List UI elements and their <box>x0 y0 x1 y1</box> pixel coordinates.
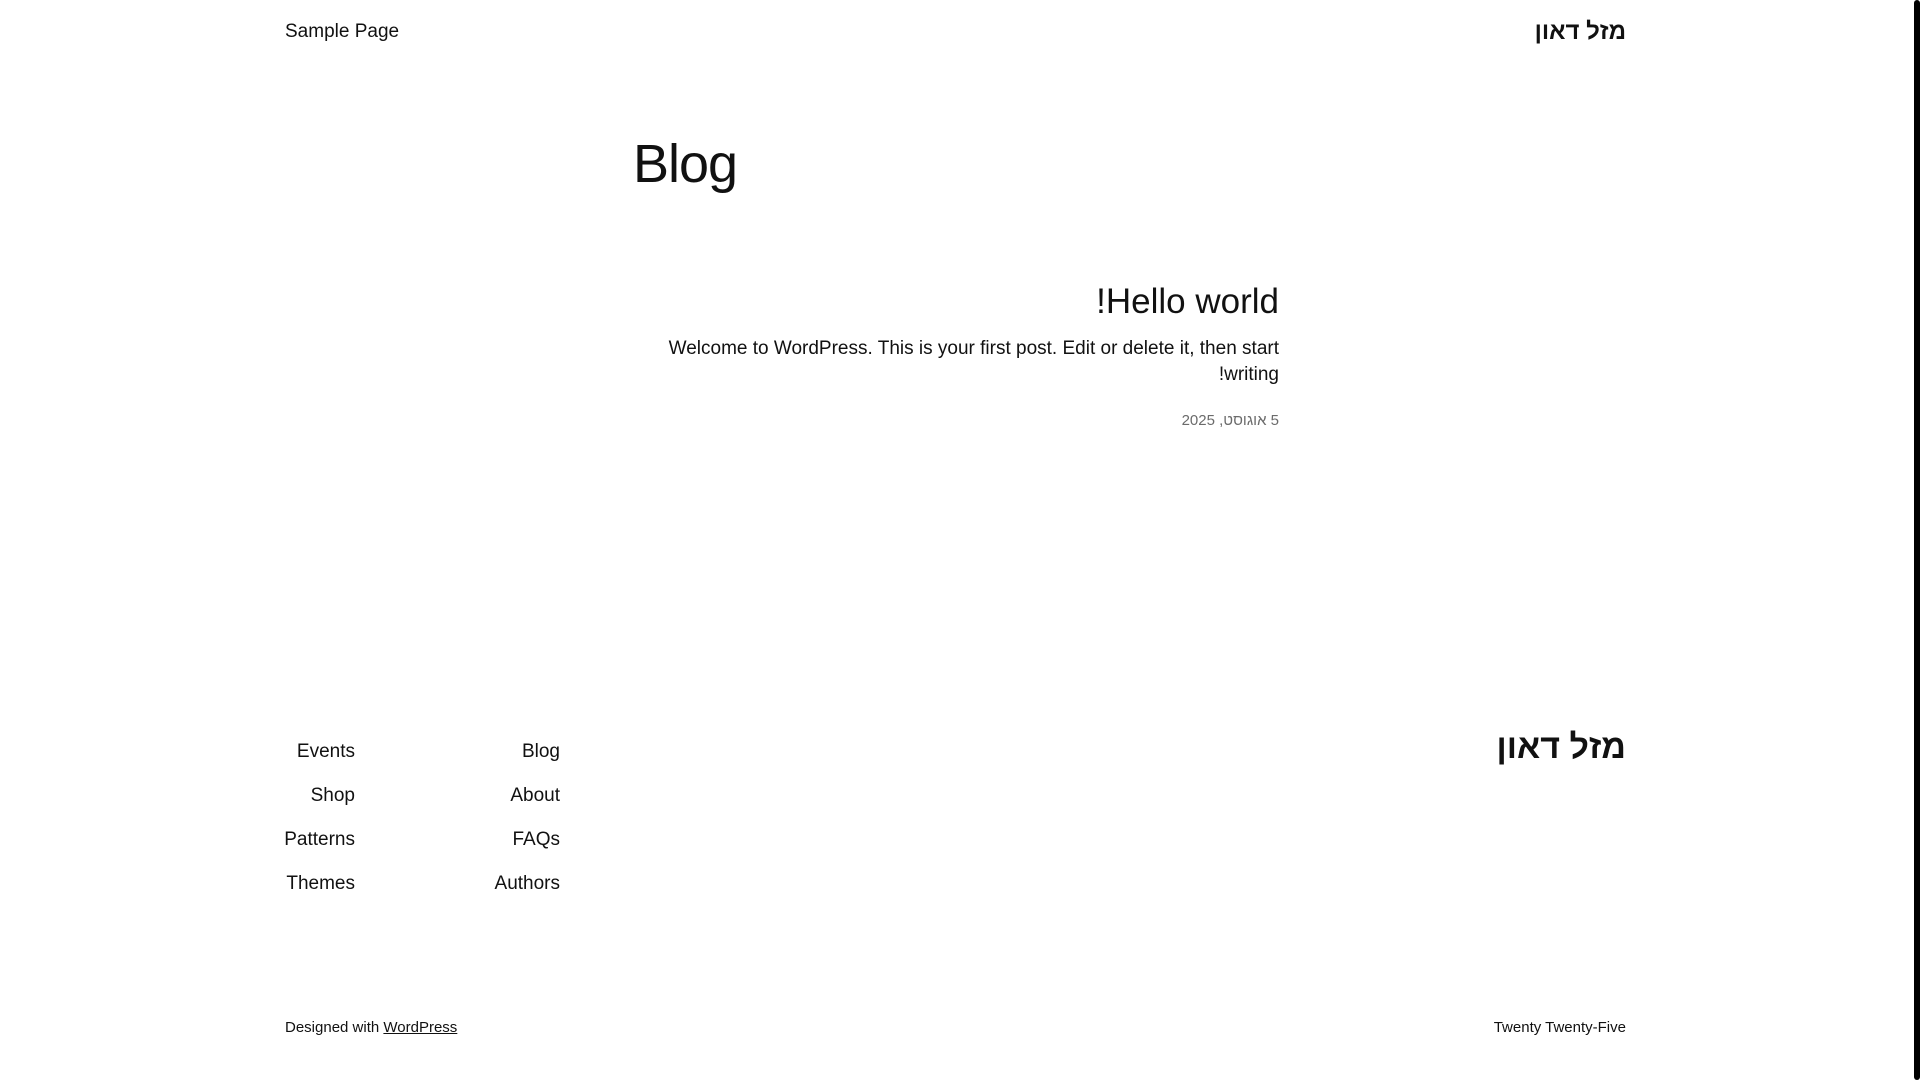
post-title-link[interactable]: Hello world! <box>1096 280 1279 324</box>
footer-link-themes[interactable]: Themes <box>286 862 355 906</box>
footer-credit: Designed with WordPress <box>285 1019 457 1036</box>
page: Sample Page מזל דאון Blog Hello world! W… <box>0 0 1912 1080</box>
footer-link-about[interactable]: About <box>510 774 560 818</box>
footer-theme-name: Twenty Twenty-Five <box>1493 1019 1626 1036</box>
footer-link-faqs[interactable]: FAQs <box>512 818 560 862</box>
nav-link-sample-page[interactable]: Sample Page <box>285 21 399 43</box>
footer-link-events[interactable]: Events <box>297 730 355 774</box>
page-title: Blog <box>633 134 738 194</box>
footer-link-blog[interactable]: Blog <box>522 730 560 774</box>
footer-link-patterns[interactable]: Patterns <box>284 818 355 862</box>
footer-credit-text: Designed with <box>285 1019 380 1036</box>
footer-nav-column-2: Events Shop Patterns Themes <box>284 730 355 906</box>
footer-link-authors[interactable]: Authors <box>495 862 560 906</box>
wordpress-link[interactable]: WordPress <box>383 1019 457 1036</box>
footer-link-shop[interactable]: Shop <box>311 774 355 818</box>
post-card: Hello world! Welcome to WordPress. This … <box>633 280 1279 430</box>
site-title[interactable]: מזל דאון <box>1535 18 1626 46</box>
footer-site-title[interactable]: מזל דאון <box>1497 728 1627 767</box>
post-date[interactable]: 5 אוגוסט, 2025 <box>1182 412 1279 429</box>
footer-nav-column-1: Blog About FAQs Authors <box>480 730 560 906</box>
post-excerpt: Welcome to WordPress. This is your first… <box>668 338 1279 385</box>
scrollbar[interactable] <box>1912 0 1920 1080</box>
scrollbar-thumb[interactable] <box>1914 0 1920 1080</box>
